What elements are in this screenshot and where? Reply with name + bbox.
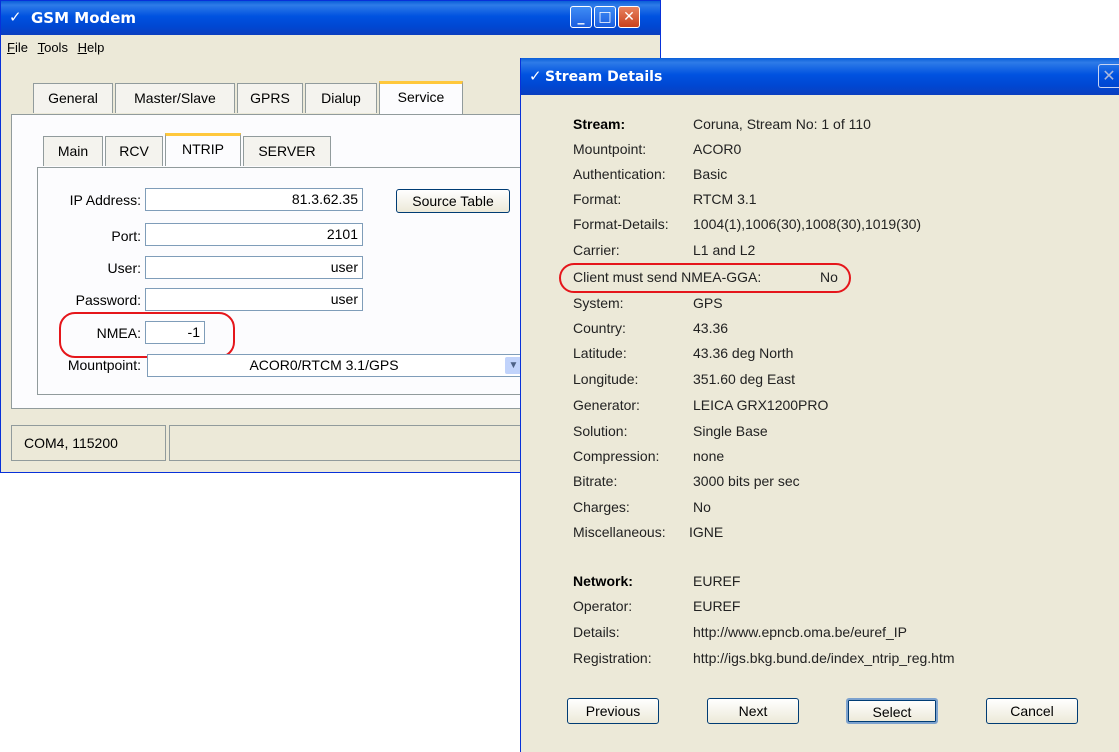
row-key: Stream: [573,116,626,132]
row-key: Longitude: [573,371,639,387]
row-key: Format-Details: [573,216,669,232]
mountpoint-select[interactable]: ACOR0/RTCM 3.1/GPS ▼ [147,354,525,377]
row-key: Details: [573,624,620,640]
row-value: 43.36 [693,320,729,336]
port-field[interactable]: 2101 [145,223,363,246]
row-key: Miscellaneous: [573,524,666,540]
row-value: LEICA GRX1200PRO [693,397,829,413]
row-value: Coruna, Stream No: 1 of 110 [693,116,871,132]
maximize-button[interactable]: □ [594,6,616,28]
row-value: 43.36 deg North [693,345,794,361]
user-label: User: [107,260,141,276]
row-value: 3000 bits per sec [693,473,800,489]
row-key: Country: [573,320,626,336]
tab-main[interactable]: Main [43,136,103,166]
next-button[interactable]: Next [707,698,799,724]
row-value: GPS [693,295,723,311]
minimize-icon: _ [577,9,585,25]
row-key: Charges: [573,499,630,515]
row-value: EUREF [693,598,741,614]
stream-title: Stream Details [545,69,663,85]
row-key: Authentication: [573,166,666,182]
row-key: Format: [573,191,622,207]
row-value: ACOR0 [693,141,742,157]
nmea-gga-highlight [559,263,851,293]
row-key: Mountpoint: [573,141,647,157]
row-value: Single Base [693,423,768,439]
menu-help[interactable]: Help [78,40,105,55]
tab-dialup[interactable]: Dialup [305,83,377,113]
stream-details-window: ✓ Stream Details ✕ Stream: Coruna, Strea… [520,58,1119,752]
user-field[interactable]: user [145,256,363,279]
row-value: 1004(1),1006(30),1008(30),1019(30) [693,216,922,232]
previous-button[interactable]: Previous [567,698,659,724]
source-table-button[interactable]: Source Table [396,189,510,213]
row-key: Solution: [573,423,628,439]
close-button[interactable]: ✕ [618,6,640,28]
status-port: COM4, 115200 [11,425,166,461]
maximize-icon: □ [598,9,612,25]
menu-tools[interactable]: Tools [38,40,68,55]
row-key: Carrier: [573,242,620,258]
row-key: Latitude: [573,345,627,361]
tab-server[interactable]: SERVER [243,136,331,166]
row-key: Compression: [573,448,660,464]
ip-address-field[interactable]: 81.3.62.35 [145,188,363,211]
menu-file[interactable]: File [7,40,28,55]
mountpoint-label: Mountpoint: [67,357,141,373]
row-value: none [693,448,725,464]
modem-title: GSM Modem [31,9,137,27]
tab-rcv[interactable]: RCV [105,136,163,166]
app-logo-icon: ✓ [9,8,22,26]
minimize-button[interactable]: _ [570,6,592,28]
tab-service[interactable]: Service [379,81,463,114]
row-value: No [693,499,711,515]
row-value[interactable]: http://www.epncb.oma.be/euref_IP [693,624,907,640]
cancel-button[interactable]: Cancel [986,698,1078,724]
row-value: RTCM 3.1 [693,191,757,207]
row-key: Operator: [573,598,633,614]
row-value: IGNE [689,524,724,540]
row-key: System: [573,295,624,311]
close-icon: ✕ [623,9,635,25]
stream-title-bar[interactable]: ✓ Stream Details ✕ [521,58,1119,95]
row-key: Registration: [573,650,652,666]
row-value: Basic [693,166,728,182]
nmea-highlight [59,312,235,358]
tab-general[interactable]: General [33,83,113,113]
password-field[interactable]: user [145,288,363,311]
row-key: Bitrate: [573,473,618,489]
password-label: Password: [75,292,141,308]
tab-master-slave[interactable]: Master/Slave [115,83,235,113]
close-icon[interactable]: ✕ [1098,64,1119,88]
app-logo-icon: ✓ [529,67,542,85]
row-value: 351.60 deg East [693,371,795,387]
menu-bar: File Tools Help [1,35,660,57]
row-value[interactable]: http://igs.bkg.bund.de/index_ntrip_reg.h… [693,650,955,666]
ip-address-label: IP Address: [69,192,141,208]
row-value: EUREF [693,573,741,589]
row-key: Generator: [573,397,640,413]
modem-title-bar[interactable]: ✓ GSM Modem _ □ ✕ [1,1,660,35]
tab-ntrip[interactable]: NTRIP [165,133,241,166]
row-value: L1 and L2 [693,242,756,258]
tab-gprs[interactable]: GPRS [237,83,303,113]
port-label: Port: [111,228,141,244]
mountpoint-value: ACOR0/RTCM 3.1/GPS [249,357,399,373]
select-button[interactable]: Select [846,698,938,724]
row-key: Network: [573,573,633,589]
